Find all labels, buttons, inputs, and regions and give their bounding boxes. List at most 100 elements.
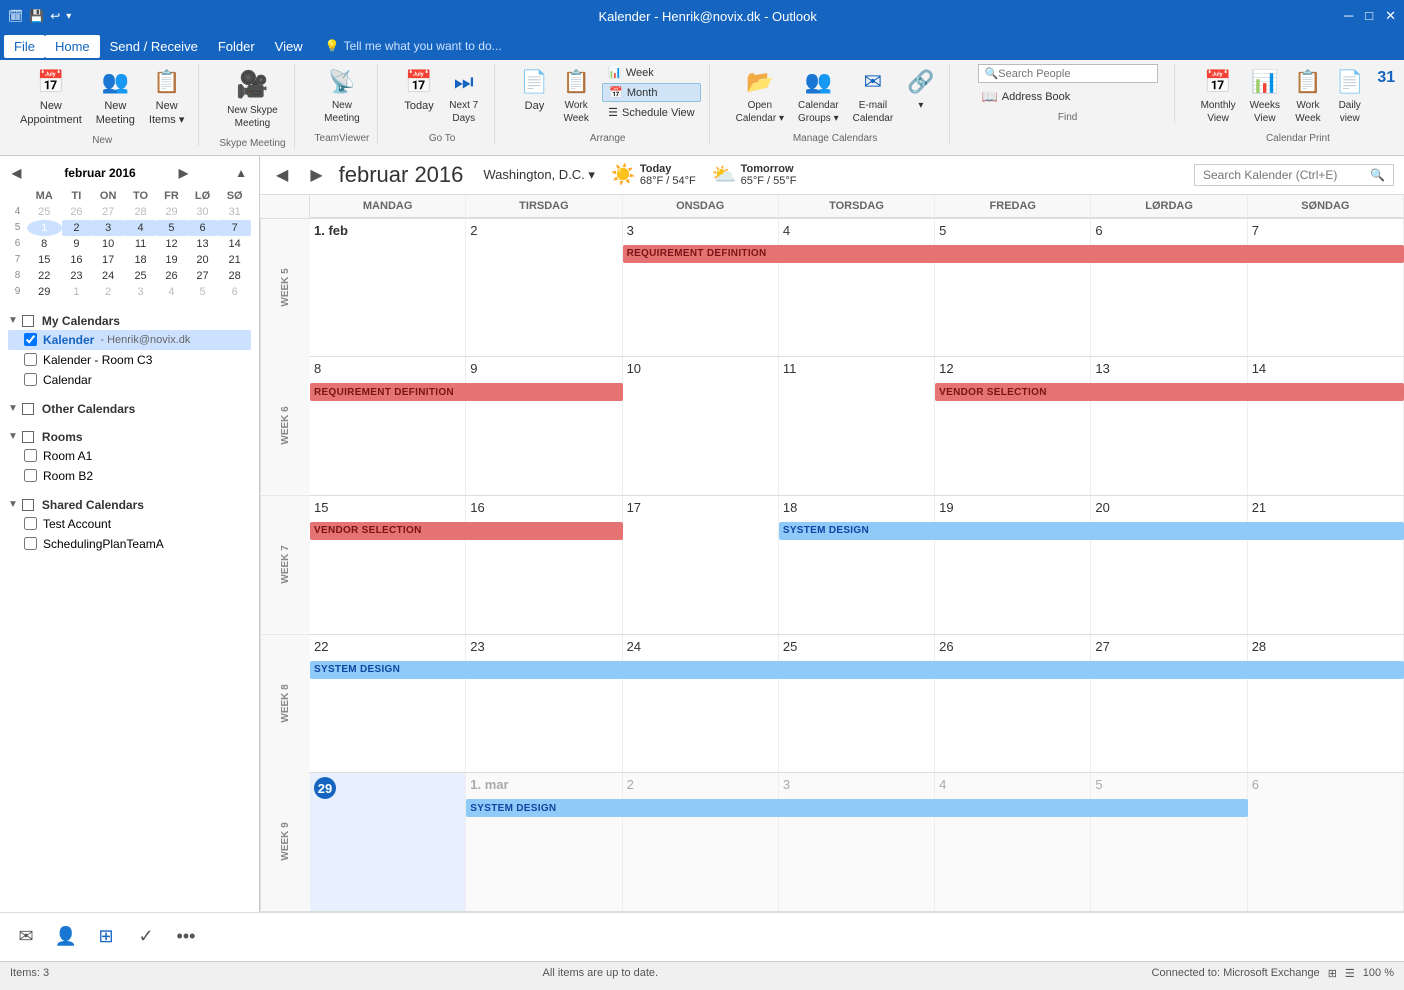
cal-day-WEEK-6-3[interactable]: 11 (779, 357, 935, 495)
cal-day-WEEK-5-0[interactable]: 1. feb (310, 219, 466, 357)
menu-folder[interactable]: Folder (208, 35, 265, 58)
mini-cal-day-5-6[interactable]: 7 (218, 220, 251, 236)
mini-cal-day-7-5[interactable]: 20 (187, 252, 219, 268)
mini-cal-day-8-0[interactable]: 22 (27, 268, 62, 284)
cal-day-WEEK-7-5[interactable]: 20 (1091, 496, 1247, 634)
cal-day-WEEK-5-2[interactable]: 3 (623, 219, 779, 357)
open-calendar-button[interactable]: 📂 Open Calendar ▾ (730, 64, 790, 129)
quick-access-save[interactable]: 💾 (29, 9, 44, 23)
kalender-roomc3-checkbox[interactable] (24, 353, 37, 366)
cal-day-WEEK-9-3[interactable]: 3 (779, 773, 935, 911)
mini-cal-day-4-0[interactable]: 25 (27, 204, 62, 220)
cal-day-WEEK-9-5[interactable]: 5 (1091, 773, 1247, 911)
new-meeting-tv-button[interactable]: 📡 New Meeting (317, 64, 367, 129)
cal-day-WEEK-8-2[interactable]: 24 (623, 635, 779, 773)
cal-day-WEEK-5-1[interactable]: 2 (466, 219, 622, 357)
mini-cal-day-4-1[interactable]: 26 (62, 204, 92, 220)
cal-search-box[interactable]: 🔍 (1194, 164, 1394, 186)
event-vendor-selection-week-3[interactable]: VENDOR SELECTION (310, 522, 623, 540)
room-b2-item[interactable]: Room B2 (8, 466, 251, 486)
mini-cal-day-6-2[interactable]: 10 (91, 236, 125, 252)
mini-cal-day-4-2[interactable]: 27 (91, 204, 125, 220)
mini-cal-day-4-5[interactable]: 30 (187, 204, 219, 220)
mini-cal-day-5-1[interactable]: 2 (62, 220, 92, 236)
shared-calendars-header[interactable]: ▼ Shared Calendars (8, 496, 251, 514)
mini-cal-day-5-5[interactable]: 6 (187, 220, 219, 236)
menu-home[interactable]: Home (45, 35, 100, 58)
mini-cal-day-7-0[interactable]: 15 (27, 252, 62, 268)
calendar-item[interactable]: Calendar (8, 370, 251, 390)
close-button[interactable]: ✕ (1385, 8, 1396, 24)
cal-day-WEEK-7-2[interactable]: 17 (623, 496, 779, 634)
mini-cal-day-7-4[interactable]: 19 (156, 252, 187, 268)
room-b2-checkbox[interactable] (24, 469, 37, 482)
mini-cal-day-9-0[interactable]: 29 (27, 284, 62, 300)
view-switcher-icon2[interactable]: ☰ (1345, 967, 1355, 980)
cal-day-WEEK-9-4[interactable]: 4 (935, 773, 1091, 911)
new-items-button[interactable]: 📋 New Items ▾ (143, 64, 190, 131)
mini-week-num-6[interactable]: 6 (8, 236, 27, 252)
daily-view-button[interactable]: 📄 Daily view (1330, 64, 1369, 129)
cal-day-WEEK-6-1[interactable]: 9 (466, 357, 622, 495)
kalender-roomc3-item[interactable]: Kalender - Room C3 (8, 350, 251, 370)
search-people-input[interactable] (998, 68, 1150, 80)
mini-cal-day-9-2[interactable]: 2 (91, 284, 125, 300)
test-account-checkbox[interactable] (24, 517, 37, 530)
undo-icon[interactable]: ↩ (50, 9, 60, 23)
mini-cal-day-6-0[interactable]: 8 (27, 236, 62, 252)
cal-day-WEEK-6-4[interactable]: 12 (935, 357, 1091, 495)
weeks-view-button[interactable]: 📊 Weeks View (1244, 64, 1286, 129)
workweek-view-button[interactable]: 📋 Work Week (556, 64, 596, 129)
mini-cal-day-6-4[interactable]: 12 (156, 236, 187, 252)
mini-cal-day-5-4[interactable]: 5 (156, 220, 187, 236)
mini-cal-day-8-2[interactable]: 24 (91, 268, 125, 284)
tasks-nav-button[interactable]: ✓ (128, 919, 164, 955)
mini-cal-day-5-0[interactable]: 1 (27, 220, 62, 236)
scheduling-plan-item[interactable]: SchedulingPlanTeamA (8, 534, 251, 554)
mini-cal-day-4-4[interactable]: 29 (156, 204, 187, 220)
mini-cal-prev[interactable]: ◀ (8, 164, 25, 182)
shared-cal-checkbox[interactable] (22, 499, 34, 511)
cal-day-WEEK-7-6[interactable]: 21 (1248, 496, 1404, 634)
test-account-item[interactable]: Test Account (8, 514, 251, 534)
cal-day-WEEK-6-6[interactable]: 14 (1248, 357, 1404, 495)
event-requirement-definition-week-1[interactable]: REQUIREMENT DEFINITION (623, 245, 1404, 263)
mini-week-num-7[interactable]: 7 (8, 252, 27, 268)
mini-cal-day-8-1[interactable]: 23 (62, 268, 92, 284)
monthly-view-button[interactable]: 📅 Monthly View (1195, 64, 1242, 129)
menu-send-receive[interactable]: Send / Receive (100, 35, 208, 58)
calendar-nav-button[interactable]: ⊞ (88, 919, 124, 955)
cal-prev-button[interactable]: ◀ (270, 163, 294, 187)
search-people-wrap[interactable]: 🔍 (978, 64, 1158, 83)
kalender-henrik-checkbox[interactable] (24, 333, 37, 346)
week-view-button[interactable]: 📊 Week (602, 64, 700, 81)
cal-day-WEEK-8-0[interactable]: 22 (310, 635, 466, 773)
cal-day-WEEK-8-6[interactable]: 28 (1248, 635, 1404, 773)
mini-cal-day-4-6[interactable]: 31 (218, 204, 251, 220)
mini-cal-day-7-3[interactable]: 18 (125, 252, 156, 268)
mini-cal-day-9-1[interactable]: 1 (62, 284, 92, 300)
share-button[interactable]: 🔗 ▾ (901, 64, 940, 116)
mini-cal-day-7-2[interactable]: 17 (91, 252, 125, 268)
cal-search-input[interactable] (1203, 168, 1370, 182)
mini-cal-day-4-3[interactable]: 28 (125, 204, 156, 220)
other-cal-checkbox[interactable] (22, 403, 34, 415)
cal-day-WEEK-9-6[interactable]: 6 (1248, 773, 1404, 911)
room-a1-checkbox[interactable] (24, 449, 37, 462)
minimize-button[interactable]: ─ (1344, 8, 1353, 24)
mini-cal-day-8-4[interactable]: 26 (156, 268, 187, 284)
maximize-button[interactable]: □ (1365, 8, 1373, 24)
mini-cal-day-7-6[interactable]: 21 (218, 252, 251, 268)
kalender-henrik-item[interactable]: Kalender - Henrik@novix.dk (8, 330, 251, 350)
cal-day-WEEK-5-4[interactable]: 5 (935, 219, 1091, 357)
cal-day-WEEK-6-0[interactable]: 8 (310, 357, 466, 495)
cal-day-WEEK-5-6[interactable]: 7 (1248, 219, 1404, 357)
new-meeting-button[interactable]: 👥 New Meeting (90, 64, 141, 131)
cal-day-WEEK-7-3[interactable]: 18 (779, 496, 935, 634)
work-week-view-button[interactable]: 📋 Work Week (1288, 64, 1328, 129)
mini-cal-day-5-2[interactable]: 3 (91, 220, 125, 236)
rooms-checkbox[interactable] (22, 431, 34, 443)
mini-cal-day-9-4[interactable]: 4 (156, 284, 187, 300)
cal-day-WEEK-8-1[interactable]: 23 (466, 635, 622, 773)
day-view-button[interactable]: 📄 Day (515, 64, 554, 117)
